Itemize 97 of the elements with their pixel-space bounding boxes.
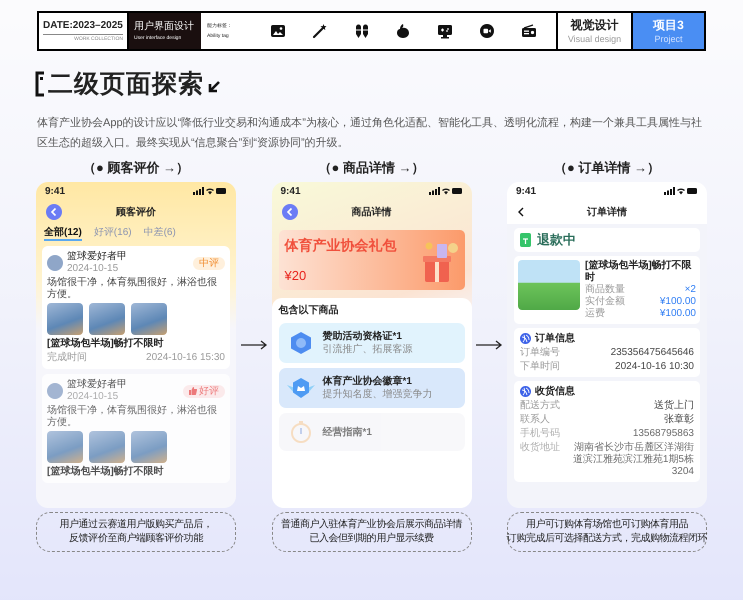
photo-placeholder — [47, 303, 83, 335]
order-status: 退款中 — [537, 231, 576, 250]
monitor-icon — [437, 23, 454, 39]
category-title: 用户界面设计 — [134, 20, 195, 34]
screen-heading: （● 商品详情 →） — [317, 159, 426, 177]
field-label: 联系人 — [520, 414, 550, 426]
field-value: ×2 — [684, 284, 696, 296]
review-date: 2024-10-15 — [67, 391, 120, 403]
completed-time: 2024-10-16 15:30 — [146, 352, 225, 364]
field-label: 商品数量 — [585, 284, 625, 296]
field-value: 2024-10-16 10:30 — [615, 361, 694, 373]
intro-paragraph: 体育产业协会App的设计应以“降低行业交易和沟通成本”为核心，通过角色化适配、智能化工具、透明化流程，构建一个兼具工具属性与社区生态的超级入口。最终实现从“信息聚合”到“资源协同”的升级。 — [37, 116, 703, 151]
caption-line: 订购完成后可选择配送方式，完成购物流程闭环 — [506, 532, 708, 546]
review-comment: 场馆很干净，体育氛围很好，淋浴也很方便。 — [47, 277, 218, 301]
product-name: [篮球场包半场]畅打不限时 — [47, 465, 165, 478]
item-name: 体育产业协会徽章*1 — [322, 375, 413, 388]
ball-icon — [520, 386, 531, 397]
item-description: 提升知名度、增强竞争力 — [322, 388, 432, 401]
section-title: 二级页面探索 — [48, 69, 204, 99]
review-tab[interactable]: 全部(12) — [44, 226, 82, 241]
review-tab[interactable]: 中差(6) — [144, 226, 176, 239]
photo-placeholder — [131, 303, 167, 335]
field-value: ¥100.00 — [660, 296, 696, 308]
date-label: DATE:2023–2025 — [43, 18, 123, 34]
field-label: 订单编号 — [520, 347, 560, 359]
avatar — [47, 383, 63, 399]
item-name: 赞助活动资格证*1 — [322, 330, 403, 343]
info-title: 收货信息 — [535, 385, 575, 398]
review-tab[interactable]: 好评(16) — [94, 226, 132, 239]
caption-line: 用户通过云赛道用户版购买产品后， — [60, 518, 212, 532]
status-time: 9:41 — [280, 184, 301, 198]
field-value: 张章彰 — [664, 414, 694, 426]
photo-placeholder — [131, 431, 167, 463]
field-value: 送货上门 — [654, 400, 694, 412]
user-name: 篮球爱好者甲 — [67, 251, 128, 263]
bracket-icon — [35, 71, 45, 97]
product-name: [篮球场包半场]畅打不限时 — [47, 337, 165, 350]
image-icon — [270, 23, 286, 39]
field-illustration — [518, 260, 580, 310]
section-label: 包含以下商品 — [278, 304, 340, 318]
winged-badge-icon — [286, 377, 314, 399]
product-name: [篮球场包半场]畅打不限时 — [585, 260, 693, 284]
field-value: 湖南省长沙市岳麓区洋湖街道滨江雅苑滨江雅苑1期5栋3204 — [572, 442, 694, 478]
photo-placeholder — [89, 431, 125, 463]
field-label: 收货地址 — [520, 442, 560, 455]
screen-heading: （● 订单详情 →） — [552, 159, 662, 177]
caption-line: 普通商户入驻体育产业协会后展示商品详情 — [280, 518, 462, 532]
status-time: 9:41 — [516, 184, 536, 198]
markers-icon — [354, 23, 370, 39]
item-name: 经营指南*1 — [322, 426, 372, 438]
arrow-icon — [475, 340, 504, 350]
field-label: 配送方式 — [520, 400, 560, 412]
photo-placeholder — [89, 303, 125, 335]
blob-icon — [395, 23, 412, 39]
field-label: 手机号码 — [520, 428, 560, 440]
status-icons — [664, 187, 698, 195]
avatar — [47, 255, 63, 271]
arrow-icon — [240, 340, 268, 350]
visual-title: 视觉设计 — [570, 17, 618, 33]
video-icon — [479, 23, 496, 39]
rating-label: 中评 — [199, 256, 219, 270]
item-description: 引流推广、拓展客源 — [322, 343, 412, 356]
field-label: 下单时间 — [520, 361, 560, 373]
field-label: 运费 — [585, 308, 605, 320]
screen-title: 顾客评价 — [116, 205, 156, 220]
rating-label: 好评 — [199, 384, 219, 398]
magic-wand-icon — [312, 23, 328, 39]
field-label: 实付金额 — [585, 296, 625, 308]
visual-subtitle: Visual design — [568, 33, 622, 45]
field-value: ¥100.00 — [660, 308, 696, 320]
ball-icon — [520, 333, 531, 344]
caption-line: 反馈评价至商户端顾客评价功能 — [69, 532, 203, 546]
banner-title: 体育产业协会礼包 — [284, 236, 396, 254]
status-icons — [193, 187, 227, 195]
field-value: 235356475645646 — [610, 347, 694, 359]
info-title: 订单信息 — [535, 332, 575, 345]
document-icon — [520, 233, 531, 247]
photo-placeholder — [47, 431, 83, 463]
screen-title: 商品详情 — [352, 205, 392, 220]
review-date: 2024-10-15 — [67, 263, 120, 275]
caption-line: 已入会但到期的用户显示续费 — [309, 532, 434, 546]
field-value: 13568795863 — [632, 428, 694, 440]
price: ¥20 — [284, 268, 308, 284]
project-subtitle: Project — [654, 33, 682, 45]
thumbs-up-icon — [189, 387, 197, 395]
arrow-icon — [207, 80, 221, 94]
user-name: 篮球爱好者甲 — [67, 379, 128, 391]
screen-title: 订单详情 — [587, 205, 627, 220]
screen-heading: （● 顾客评价 →） — [82, 159, 190, 177]
back-button[interactable] — [517, 207, 525, 217]
project-title: 项目3 — [653, 17, 684, 33]
review-comment: 场馆很干净，体育氛围很好，淋浴也很方便。 — [47, 405, 218, 429]
completed-label: 完成时间 — [47, 352, 87, 364]
status-icons — [428, 187, 462, 195]
caption-line: 用户可订购体育场馆也可订购体育用品 — [526, 518, 688, 532]
status-time: 9:41 — [45, 184, 66, 198]
radio-icon — [520, 23, 537, 39]
